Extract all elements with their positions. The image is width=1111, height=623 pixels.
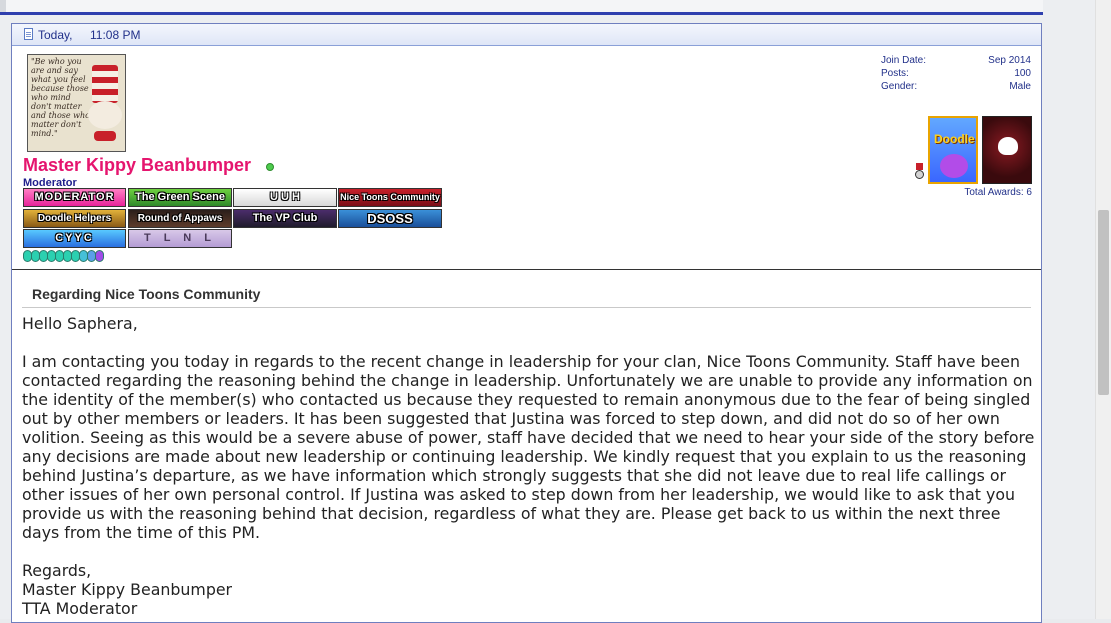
- top-navbar-strip: [0, 0, 1043, 15]
- signature-role: TTA Moderator: [22, 599, 138, 618]
- avatar[interactable]: "Be who you are and say what you feel be…: [27, 54, 126, 152]
- stat-label: Posts:: [881, 68, 909, 79]
- stat-value: 100: [1014, 68, 1031, 79]
- badge-vp-club[interactable]: The VP Club: [233, 209, 337, 228]
- avatar-bow: [94, 131, 116, 141]
- badge-tlnl[interactable]: T L N L: [128, 229, 232, 248]
- post-header: Today, 11:08 PM: [12, 24, 1041, 46]
- user-stats: Join Date: Sep 2014 Posts: 100 Gender: M…: [881, 55, 1031, 94]
- scrollbar-thumb[interactable]: [1098, 210, 1109, 395]
- medal-ribbon: [916, 163, 923, 170]
- title-divider: [22, 307, 1031, 308]
- badge-moderator[interactable]: MODERATOR: [23, 188, 126, 207]
- document-icon: [24, 28, 33, 40]
- stat-posts: Posts: 100: [881, 68, 1031, 81]
- badge-round-of-appaws[interactable]: Round of Appaws: [128, 209, 232, 228]
- private-message-post: Today, 11:08 PM "Be who you are and say …: [11, 23, 1042, 623]
- avatar-face: [88, 101, 122, 129]
- awards-area: Doodle: [912, 115, 1034, 185]
- badge-green-scene[interactable]: The Green Scene: [128, 188, 232, 207]
- user-info-panel: "Be who you are and say what you feel be…: [12, 46, 1041, 270]
- strip-edge: [0, 0, 6, 12]
- post-date: Today,: [38, 28, 73, 42]
- online-status-icon: [266, 163, 274, 171]
- heart-icon: [998, 137, 1018, 155]
- badge-doodle-helpers[interactable]: Doodle Helpers: [23, 209, 126, 228]
- badge-cyyc[interactable]: CYYC: [23, 229, 126, 248]
- award-doodle-label: Doodle: [934, 132, 975, 146]
- message-signoff: Regards, Master Kippy Beanbumper TTA Mod…: [22, 561, 1042, 618]
- message-body: Hello Saphera, I am contacting you today…: [22, 314, 1042, 618]
- message-paragraph: I am contacting you today in regards to …: [22, 352, 1035, 542]
- signature-name: Master Kippy Beanbumper: [22, 580, 233, 599]
- badge-nice-toons-community[interactable]: Nice Toons Community: [338, 188, 442, 207]
- avatar-quote: "Be who you are and say what you feel be…: [31, 57, 90, 138]
- stat-label: Join Date:: [881, 55, 927, 66]
- doodle-creature: [940, 154, 968, 178]
- message-closing: Regards,: [22, 561, 92, 580]
- medal-icon[interactable]: [915, 163, 924, 181]
- stat-label: Gender:: [881, 81, 918, 92]
- badge-uuh[interactable]: U U H: [233, 188, 337, 207]
- message-title: Regarding Nice Toons Community: [32, 286, 261, 302]
- badge-dsoss[interactable]: DSOSS: [338, 209, 442, 228]
- gem-icon: [95, 250, 104, 262]
- award-doodle[interactable]: Doodle: [928, 116, 978, 184]
- stat-gender: Gender: Male: [881, 81, 1031, 94]
- stat-join-date: Join Date: Sep 2014: [881, 55, 1031, 68]
- stat-value: Sep 2014: [988, 55, 1031, 66]
- post-time: 11:08 PM: [90, 28, 141, 42]
- medal-disc: [915, 170, 924, 179]
- gem-collection: [23, 250, 105, 262]
- message-greeting: Hello Saphera,: [22, 314, 138, 333]
- username-link[interactable]: Master Kippy Beanbumper: [23, 155, 251, 176]
- total-awards-link[interactable]: Total Awards: 6: [932, 187, 1032, 198]
- stat-value: Male: [1009, 81, 1031, 92]
- avatar-hat: [92, 65, 118, 103]
- award-heart[interactable]: [982, 116, 1032, 184]
